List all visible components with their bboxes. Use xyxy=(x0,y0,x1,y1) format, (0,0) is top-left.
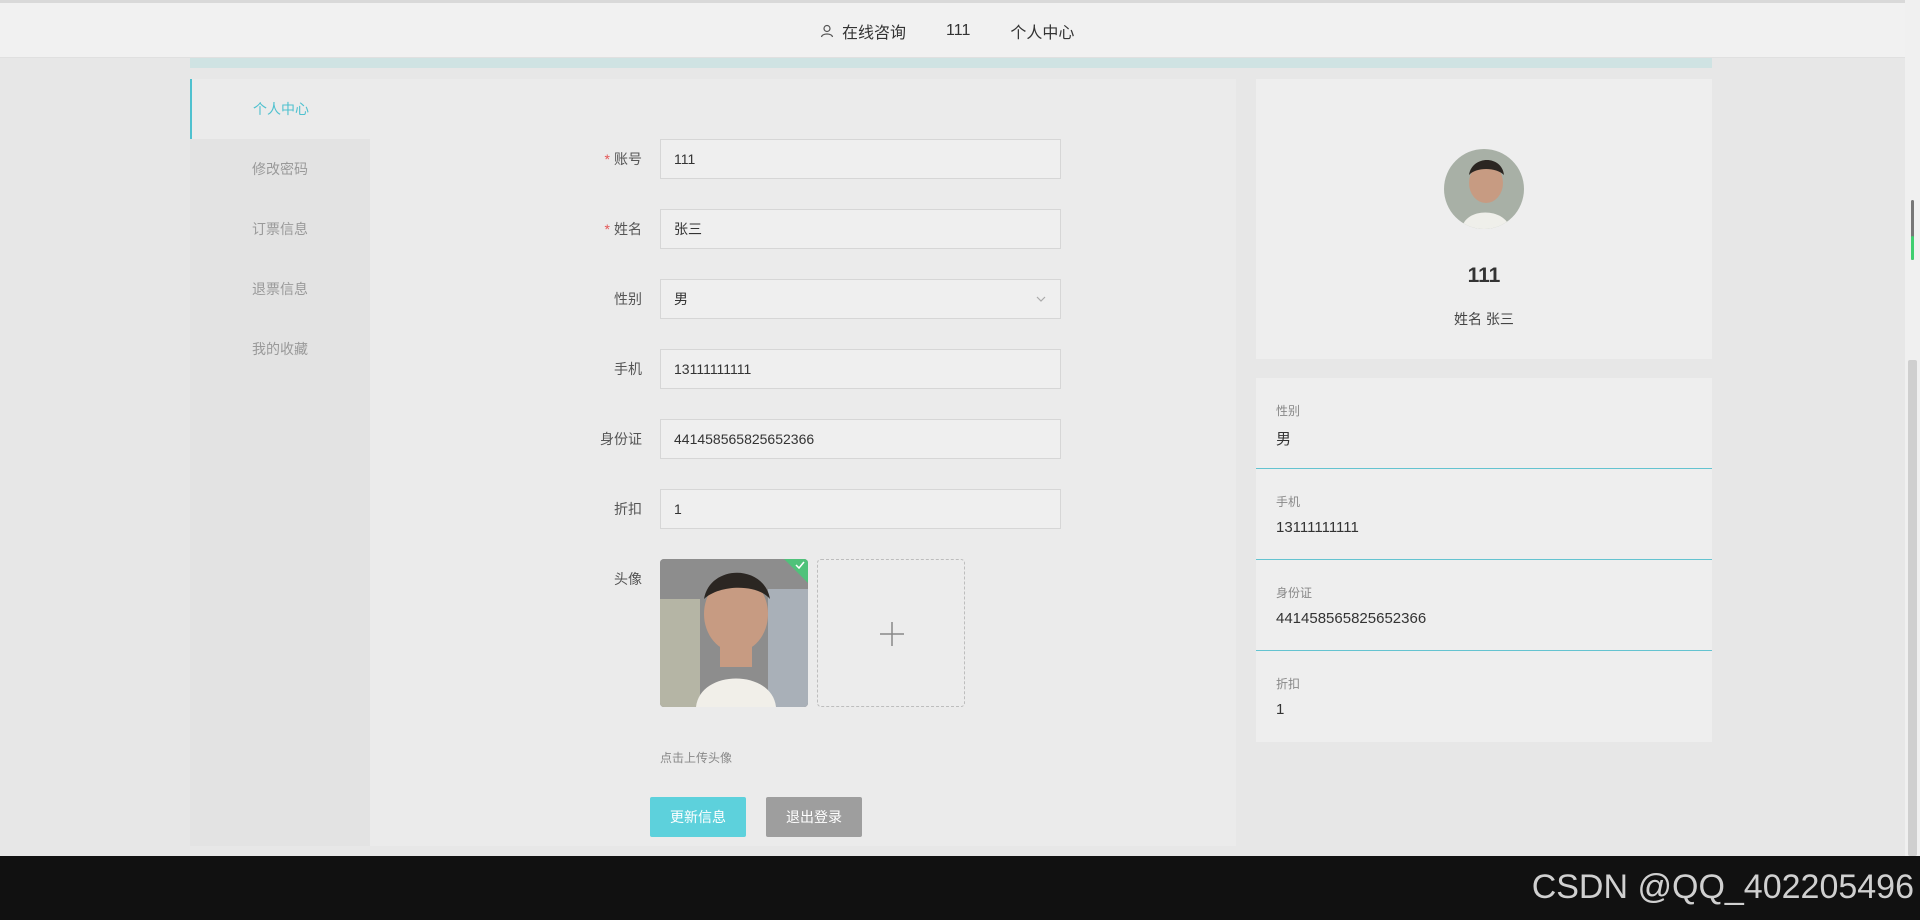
profile-account: 111 xyxy=(1467,264,1501,287)
chevron-down-icon xyxy=(1036,296,1046,302)
account-input[interactable]: 111 xyxy=(660,139,1061,179)
nav-personal-center-label: 个人中心 xyxy=(1010,25,1075,42)
form-row-phone: 手机 13111111111 xyxy=(380,349,1080,389)
nav-account-label: 111 xyxy=(946,22,971,39)
form-row-idcard: 身份证 441458565825652366 xyxy=(380,419,1080,459)
user-icon xyxy=(820,24,834,38)
upload-tip: 点击上传头像 xyxy=(660,751,733,765)
info-value: 1 xyxy=(1276,701,1285,718)
discount-input[interactable]: 1 xyxy=(660,489,1061,529)
sidebar: 个人中心 修改密码 订票信息 退票信息 我的收藏 xyxy=(190,79,370,846)
sidebar-item-refund-info[interactable]: 退票信息 xyxy=(190,259,370,319)
profile-name: 姓名 张三 xyxy=(1454,311,1514,327)
top-nav-bar: 在线咨询 111 个人中心 xyxy=(0,0,1905,58)
form-row-avatar: 头像 xyxy=(380,559,1080,709)
phone-label: 手机 xyxy=(614,361,642,377)
gender-select-value: 男 xyxy=(674,291,688,307)
plus-icon xyxy=(880,622,904,646)
form-row-account: * 账号 111 xyxy=(380,139,1080,179)
info-card: 性别 男 手机 13111111111 身份证 4414585658256523… xyxy=(1256,378,1712,742)
nav-consult-label: 在线咨询 xyxy=(842,25,907,42)
gender-select[interactable]: 男 xyxy=(660,279,1061,319)
avatar-image xyxy=(1444,149,1524,229)
main-panel: 个人中心 修改密码 订票信息 退票信息 我的收藏 * 账号 111 * 姓名 张三 … xyxy=(190,79,1236,846)
form-row-gender: 性别 男 xyxy=(380,279,1080,319)
sidebar-item-favorites[interactable]: 我的收藏 xyxy=(190,319,370,379)
info-label: 手机 xyxy=(1276,495,1301,509)
form-row-name: * 姓名 张三 xyxy=(380,209,1080,249)
form-row-upload-tip: 点击上传头像 xyxy=(380,749,1080,769)
info-value: 441458565825652366 xyxy=(1276,610,1427,627)
idcard-input[interactable]: 441458565825652366 xyxy=(660,419,1061,459)
nav-account[interactable]: 111 xyxy=(946,22,970,40)
info-label: 折扣 xyxy=(1276,677,1301,691)
update-info-button[interactable]: 更新信息 xyxy=(650,797,746,837)
name-label: * 姓名 xyxy=(604,221,642,237)
idcard-label: 身份证 xyxy=(600,431,642,447)
name-input[interactable]: 张三 xyxy=(660,209,1061,249)
sidebar-item-booking-info[interactable]: 订票信息 xyxy=(190,199,370,259)
nav-consult[interactable]: 在线咨询 xyxy=(820,19,906,43)
required-mark: * xyxy=(604,151,610,167)
avatar-label: 头像 xyxy=(614,571,642,587)
header-divider xyxy=(190,58,1712,68)
info-item-phone: 手机 13111111111 xyxy=(1256,469,1712,560)
account-label: * 账号 xyxy=(604,151,642,167)
form-row-buttons: 更新信息 退出登录 xyxy=(380,797,1080,837)
info-item-gender: 性别 男 xyxy=(1256,378,1712,469)
sidebar-item-change-password[interactable]: 修改密码 xyxy=(190,139,370,199)
top-nav: 在线咨询 111 个人中心 xyxy=(820,19,1114,43)
info-item-idcard: 身份证 441458565825652366 xyxy=(1256,560,1712,651)
required-mark: * xyxy=(604,221,610,237)
info-label: 身份证 xyxy=(1276,586,1313,600)
info-item-discount: 折扣 1 xyxy=(1256,651,1712,742)
form-row-discount: 折扣 1 xyxy=(380,489,1080,529)
check-icon xyxy=(795,561,805,570)
avatar xyxy=(1444,149,1524,229)
gender-label: 性别 xyxy=(614,291,642,307)
discount-label: 折扣 xyxy=(614,501,642,517)
uploaded-avatar-thumbnail[interactable] xyxy=(660,559,808,707)
watermark: CSDN @QQ_402205496 xyxy=(1531,868,1914,906)
info-value: 13111111111 xyxy=(1276,519,1359,536)
nav-personal-center[interactable]: 个人中心 xyxy=(1010,19,1074,43)
info-value: 男 xyxy=(1276,431,1292,448)
phone-input[interactable]: 13111111111 xyxy=(660,349,1061,389)
info-label: 性别 xyxy=(1276,404,1301,418)
sidebar-item-personal-center[interactable]: 个人中心 xyxy=(190,79,370,139)
avatar-upload-button[interactable] xyxy=(817,559,965,707)
profile-card: 111 姓名 张三 xyxy=(1256,79,1712,359)
footer-bar: CSDN @QQ_402205496 xyxy=(0,856,1920,920)
page-scrollbar[interactable] xyxy=(1905,0,1920,856)
logout-button[interactable]: 退出登录 xyxy=(766,797,862,837)
scroll-indicator-active xyxy=(1911,236,1914,260)
scroll-thumb[interactable] xyxy=(1908,360,1917,856)
